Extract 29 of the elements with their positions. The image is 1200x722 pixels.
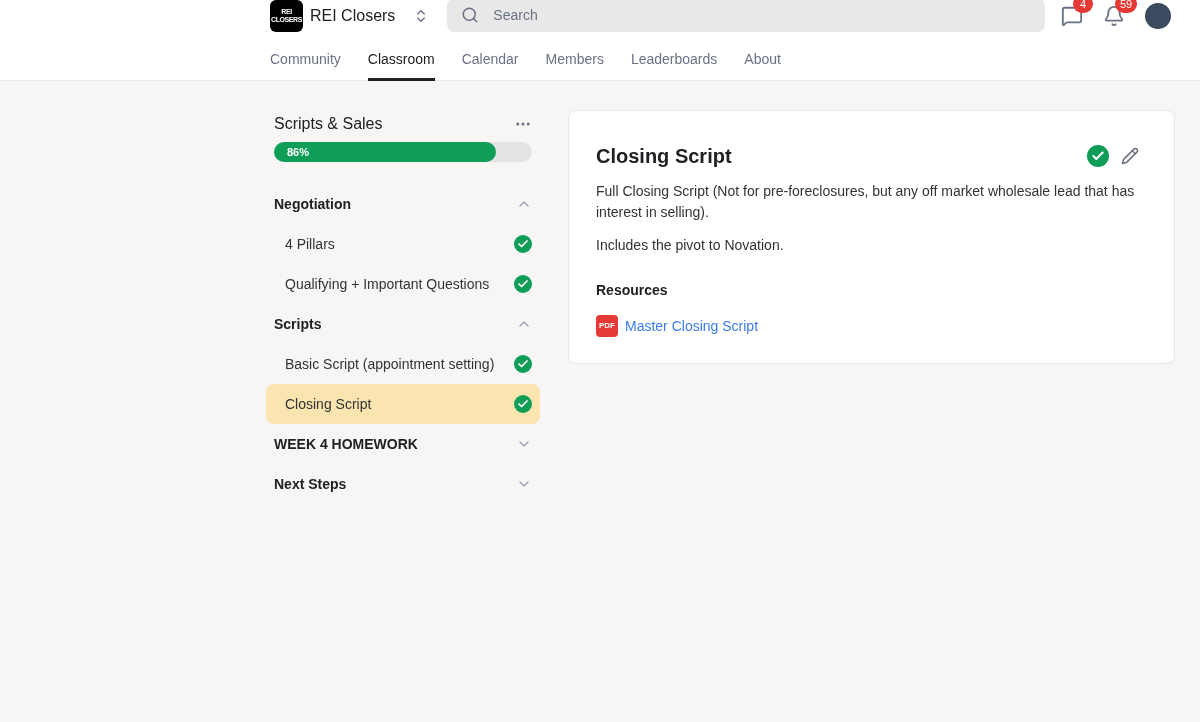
section-header[interactable]: Scripts	[266, 304, 540, 344]
nav-tab[interactable]: Leaderboards	[630, 42, 718, 81]
avatar[interactable]	[1145, 3, 1171, 29]
lesson-title: Closing Script	[596, 144, 732, 169]
search-icon	[461, 6, 480, 24]
pdf-file-icon: PDF	[596, 315, 618, 337]
section-header[interactable]: WEEK 4 HOMEWORK	[266, 424, 540, 464]
lesson-item[interactable]: 4 Pillars	[266, 224, 540, 264]
resource-link[interactable]: Master Closing Script	[625, 315, 759, 337]
lesson-paragraph: Full Closing Script (Not for pre-foreclosures, but any off market wholesale lead that has interest in selling).	[596, 182, 1136, 222]
lesson-item[interactable]: Basic Script (appointment setting)	[266, 344, 540, 384]
progress-label: 86%	[287, 144, 310, 160]
lesson-paragraph: Includes the pivot to Novation.	[596, 236, 785, 255]
lesson-item[interactable]: Closing Script	[266, 384, 540, 424]
notification-badge: 4	[1073, 0, 1093, 13]
nav-tab[interactable]: Calendar	[461, 42, 519, 81]
notification-badge: 59	[1115, 0, 1138, 13]
nav-tab[interactable]: Community	[270, 42, 341, 81]
community-name[interactable]: REI Closers	[310, 4, 396, 28]
course-title: Scripts & Sales	[274, 114, 383, 134]
resources-heading: Resources	[596, 281, 669, 300]
search-field[interactable]: Search	[447, 0, 1046, 32]
section-header[interactable]: Next Steps	[266, 464, 540, 504]
nav-tab[interactable]: Classroom	[367, 42, 435, 81]
nav-tab[interactable]: About	[744, 42, 781, 81]
lesson-item[interactable]: Qualifying + Important Questions	[266, 264, 540, 304]
section-header[interactable]: Negotiation	[266, 184, 540, 224]
nav-tab[interactable]: Members	[545, 42, 604, 81]
edit-icon[interactable]	[1121, 147, 1139, 165]
